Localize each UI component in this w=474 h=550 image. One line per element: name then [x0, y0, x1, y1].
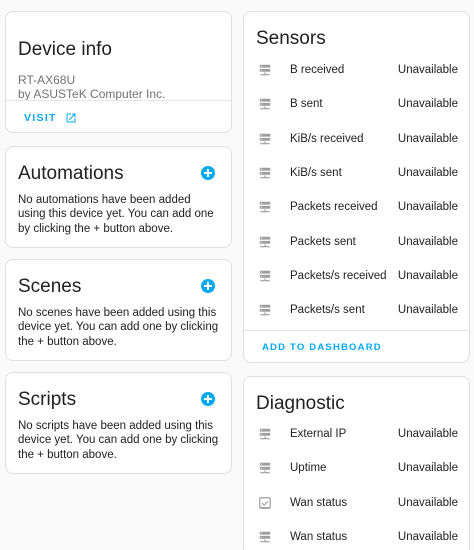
sensors-card: Sensors B received Unavailable B sent Unava…: [243, 11, 470, 363]
entity-name: Packets sent: [290, 235, 356, 248]
device-manufacturer: by ASUSTeK Computer Inc.: [18, 87, 166, 101]
scripts-card: Scripts No scripts have been added using…: [5, 372, 232, 474]
entity-state: Unavailable: [397, 269, 458, 282]
device-model: RT-AX68U: [18, 73, 76, 87]
diagnostic-card: Diagnostic External IP Unavailable Uptime U…: [243, 376, 470, 550]
automations-description: No automations have been added using thi…: [18, 194, 214, 235]
server-network-icon: [259, 270, 271, 282]
entity-row[interactable]: Wan status Unavailable: [244, 486, 469, 520]
server-network-icon: [259, 428, 271, 440]
entity-name: External IP: [290, 428, 347, 440]
entity-row[interactable]: Packets/s received Unavailable: [244, 259, 469, 293]
entity-row[interactable]: External IP Unavailable: [244, 417, 469, 451]
server-network-icon: [259, 201, 271, 213]
scripts-title: Scripts: [18, 389, 77, 410]
entity-name: Packets received: [290, 201, 378, 214]
entity-row[interactable]: B sent Unavailable: [244, 87, 469, 121]
entity-name: Packets/s received: [290, 269, 387, 282]
entity-row[interactable]: KiB/s sent Unavailable: [244, 156, 469, 190]
entity-state: Unavailable: [397, 428, 458, 440]
server-network-icon: [259, 133, 271, 144]
server-network-icon: [259, 463, 271, 474]
open-in-new-icon: [66, 113, 76, 123]
divider: [6, 100, 231, 101]
entity-state: Unavailable: [397, 201, 458, 214]
automations-card: Automations No automations have been add…: [5, 146, 232, 248]
scenes-title: Scenes: [18, 276, 82, 297]
add-automation-button[interactable]: [201, 166, 215, 180]
entity-name: Wan status: [290, 496, 348, 509]
visit-label: VISIT: [24, 112, 57, 124]
entity-state: Unavailable: [397, 462, 458, 475]
entity-state: Unavailable: [397, 64, 458, 76]
scenes-description: No scenes have been added using this dev…: [18, 307, 219, 348]
server-network-icon: [259, 236, 271, 247]
add-to-dashboard-button[interactable]: ADD TO DASHBOARD: [262, 342, 382, 353]
entity-name: Packets/s sent: [290, 304, 365, 317]
entity-row[interactable]: Uptime Unavailable: [244, 451, 469, 485]
server-network-icon: [259, 64, 271, 76]
sensors-title: Sensors: [256, 28, 326, 49]
device-info-card: Device info RT-AX68U by ASUSTeK Computer…: [5, 11, 232, 133]
entity-name: B sent: [290, 98, 323, 111]
entity-row[interactable]: Packets sent Unavailable: [244, 225, 469, 259]
server-network-icon: [259, 167, 271, 179]
entity-row[interactable]: KiB/s received Unavailable: [244, 122, 469, 156]
entity-row[interactable]: Packets/s sent Unavailable: [244, 293, 469, 327]
server-network-icon: [259, 531, 271, 543]
add-script-button[interactable]: [201, 392, 215, 406]
entity-state: Unavailable: [397, 98, 458, 111]
automations-title: Automations: [18, 163, 124, 184]
entity-row[interactable]: B received Unavailable: [244, 53, 469, 87]
entity-state: Unavailable: [397, 235, 458, 248]
entity-name: Uptime: [290, 462, 327, 475]
entity-row[interactable]: Packets received Unavailable: [244, 190, 469, 224]
entity-name: KiB/s received: [290, 132, 364, 145]
entity-state: Unavailable: [397, 496, 458, 509]
entity-name: B received: [290, 64, 345, 76]
scenes-card: Scenes No scenes have been added using t…: [5, 259, 232, 361]
entity-state: Unavailable: [397, 304, 458, 317]
entity-state: Unavailable: [397, 132, 458, 145]
add-scene-button[interactable]: [201, 279, 215, 293]
diagnostic-title: Diagnostic: [256, 393, 345, 414]
entity-name: KiB/s sent: [290, 166, 342, 179]
entity-row[interactable]: Wan status Unavailable: [244, 520, 469, 550]
scripts-description: No scripts have been added using this de…: [18, 420, 219, 461]
entity-state: Unavailable: [397, 530, 458, 543]
device-info-title: Device info: [18, 39, 112, 60]
entity-name: Wan status: [290, 530, 348, 543]
entity-state: Unavailable: [397, 166, 458, 179]
server-network-icon: [259, 99, 271, 110]
checkbox-marked-icon: [259, 496, 271, 509]
divider: [244, 330, 469, 331]
server-network-icon: [259, 304, 271, 316]
visit-link[interactable]: VISIT: [24, 112, 77, 124]
